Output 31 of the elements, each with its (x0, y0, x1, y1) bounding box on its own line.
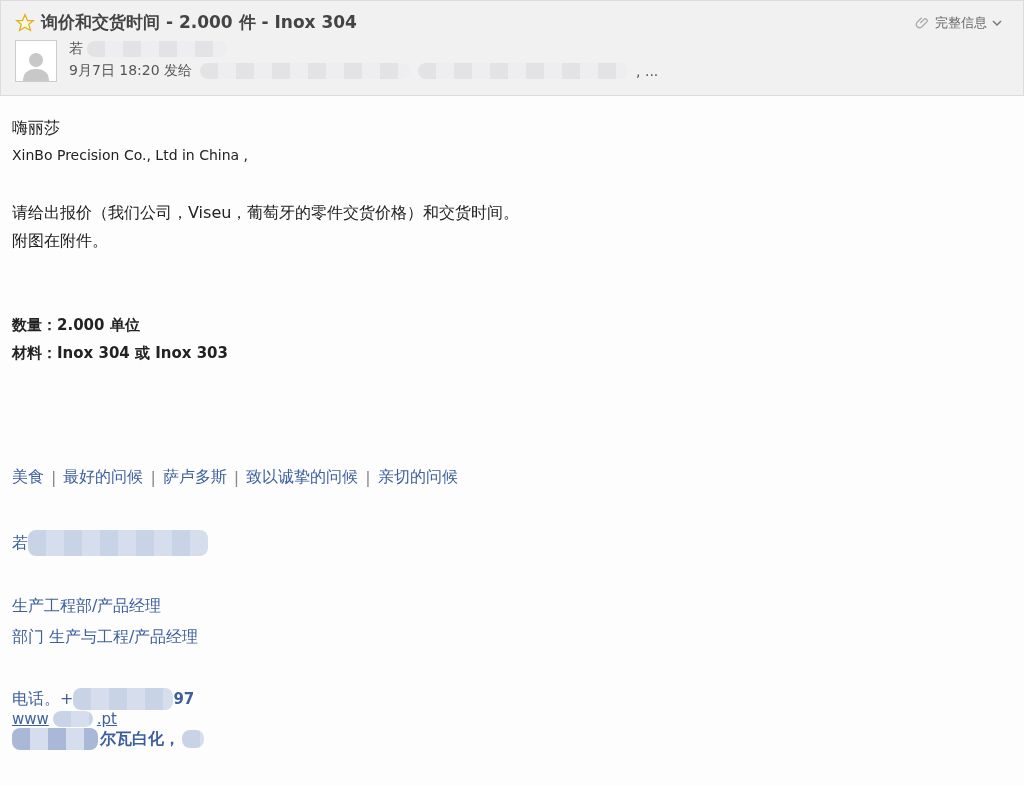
website-link[interactable]: www (12, 710, 49, 728)
address-fragment: 尔瓦白化， (100, 728, 180, 750)
redaction-blur (182, 730, 204, 748)
separator: | (51, 468, 57, 487)
salutation: 最好的问候 (63, 467, 144, 488)
separator: | (233, 468, 240, 487)
recipients-more: , ... (636, 63, 659, 79)
spec-line: 数量：2.000 单位 (12, 315, 141, 336)
greeting: 嗨丽莎 (12, 118, 61, 139)
body-paragraph: 附图在附件。 (12, 230, 109, 252)
email-subject: 询价和交货时间 - 2.000 件 - Inox 304 (41, 11, 357, 34)
phone-number-end: 97 (173, 690, 195, 708)
job-title: 部门 生产与工程/产品经理 (12, 626, 200, 648)
separator: | (365, 468, 371, 487)
spec-line: 材料：Inox 304 或 Inox 303 (12, 343, 229, 364)
addressee: XinBo Precision Co., Ltd in China , (12, 147, 250, 163)
website-link[interactable]: .pt (96, 710, 117, 728)
separator: | (150, 468, 156, 487)
salutation: 萨卢多斯 (162, 467, 227, 488)
salutation: 亲切的问候 (377, 467, 458, 488)
details-link[interactable]: 完整信息 (915, 13, 1003, 32)
sent-time: 9月7日 18:20 发给 (69, 62, 193, 80)
star-icon[interactable] (15, 12, 35, 33)
sender-name: 若 (69, 40, 83, 58)
body-paragraph: 请给出报价（我们公司，Viseu，葡萄牙的零件交货价格）和交货时间。 (12, 202, 521, 224)
signature-name: 若 (12, 532, 28, 554)
salutation: 致以诚挚的问候 (246, 467, 359, 488)
salutation: 美食 (12, 467, 44, 488)
phone-label: 电话。+ (12, 688, 74, 710)
job-title: 生产工程部/产品经理 (12, 595, 163, 617)
paperclip-icon (915, 14, 931, 31)
